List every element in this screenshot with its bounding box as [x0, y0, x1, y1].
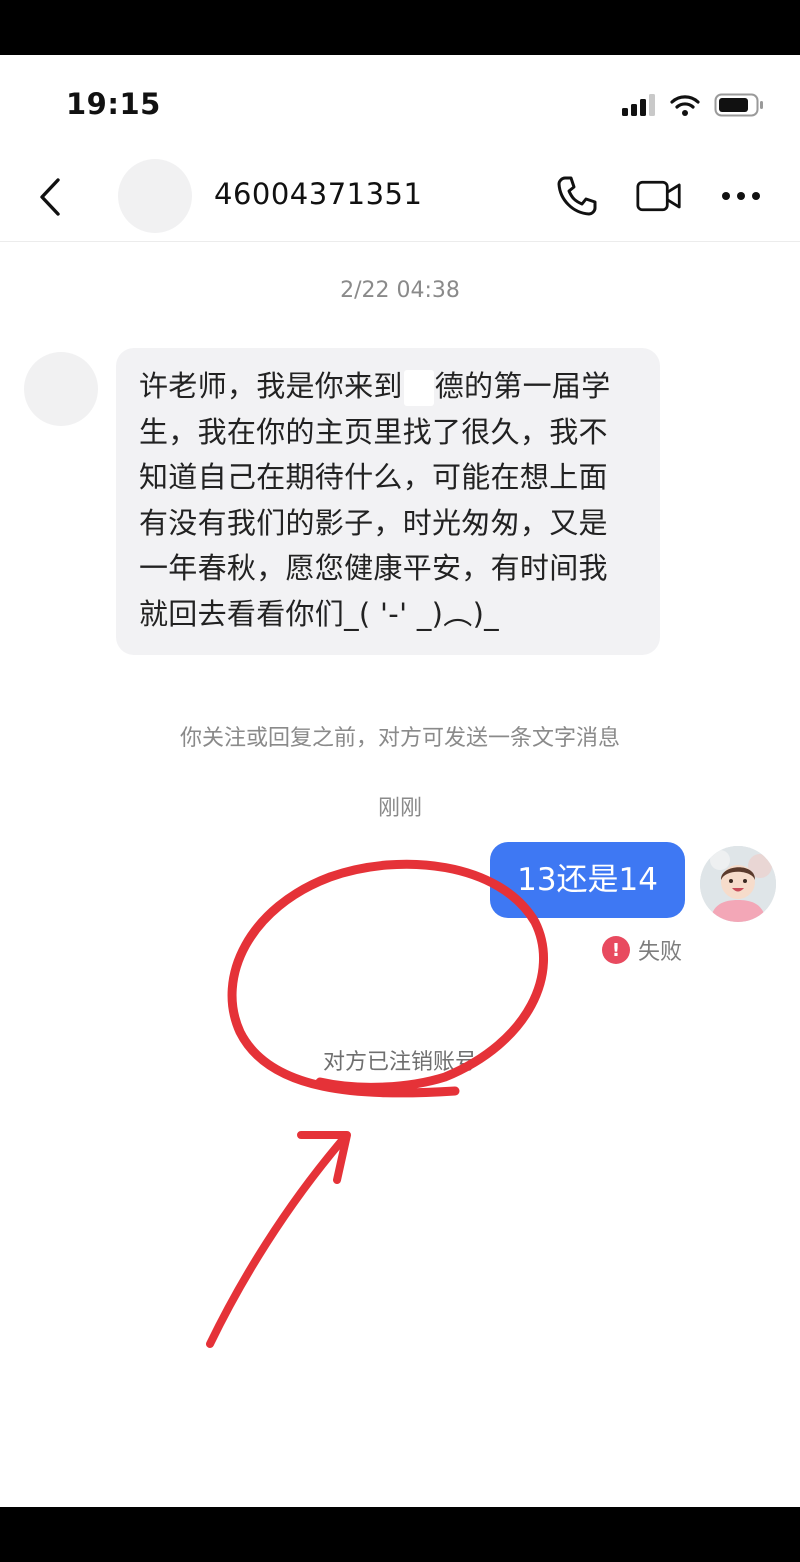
battery-icon [714, 93, 764, 121]
error-icon: ! [602, 936, 630, 964]
voice-call-button[interactable] [554, 173, 600, 219]
child-photo-avatar [700, 846, 776, 922]
more-button[interactable] [718, 173, 764, 219]
my-avatar[interactable] [700, 846, 776, 922]
send-failed-indicator[interactable]: ! 失败 [602, 934, 682, 966]
message-text-part-1: 许老师，我是你来到 [139, 369, 403, 403]
outgoing-message-bubble[interactable]: 13还是14 [490, 842, 685, 918]
more-icon [722, 192, 760, 200]
status-time: 19:15 [66, 87, 161, 121]
contact-name[interactable]: 46004371351 [214, 177, 422, 211]
redaction-mark [403, 370, 434, 406]
header-actions [554, 173, 764, 219]
incoming-message-bubble[interactable]: 许老师，我是你来到 德的第一届学生，我在你的主页里找了很久，我不知道自己在期待什么… [116, 348, 660, 655]
annotation-arrowhead [297, 1131, 351, 1184]
chat-screen: 19:15 46004371351 2/22 04:38 许老师，我是你来到 德… [0, 55, 800, 1507]
messaging-limit-notice: 你关注或回复之前，对方可发送一条文字消息 [179, 726, 620, 751]
message-timestamp-recent: 刚刚 [377, 796, 422, 821]
send-failed-label: 失败 [638, 940, 683, 965]
account-deleted-notice: 对方已注销账号 [322, 1050, 477, 1075]
message-list[interactable]: 2/22 04:38 许老师，我是你来到 德的第一届学生，我在你的主页里找了很久，… [0, 242, 800, 1507]
signal-icon [622, 94, 656, 120]
annotation-arrow-shaft [206, 1133, 349, 1348]
status-icons [622, 93, 764, 121]
chat-header: 46004371351 [0, 155, 800, 242]
message-text-part-2: 德的第一届学生，我在你的主页里找了很久，我不知道自己在期待什么，可能在想上面有没… [139, 369, 611, 631]
video-call-icon [636, 180, 681, 212]
message-timestamp: 2/22 04:38 [340, 278, 460, 303]
video-call-button[interactable] [636, 173, 682, 219]
status-bar: 19:15 [0, 55, 800, 155]
wifi-icon [670, 94, 700, 120]
contact-avatar[interactable] [118, 159, 192, 233]
back-button[interactable] [30, 173, 70, 221]
phone-icon [557, 176, 597, 216]
sender-avatar[interactable] [24, 352, 98, 426]
chevron-left-icon [40, 178, 60, 216]
